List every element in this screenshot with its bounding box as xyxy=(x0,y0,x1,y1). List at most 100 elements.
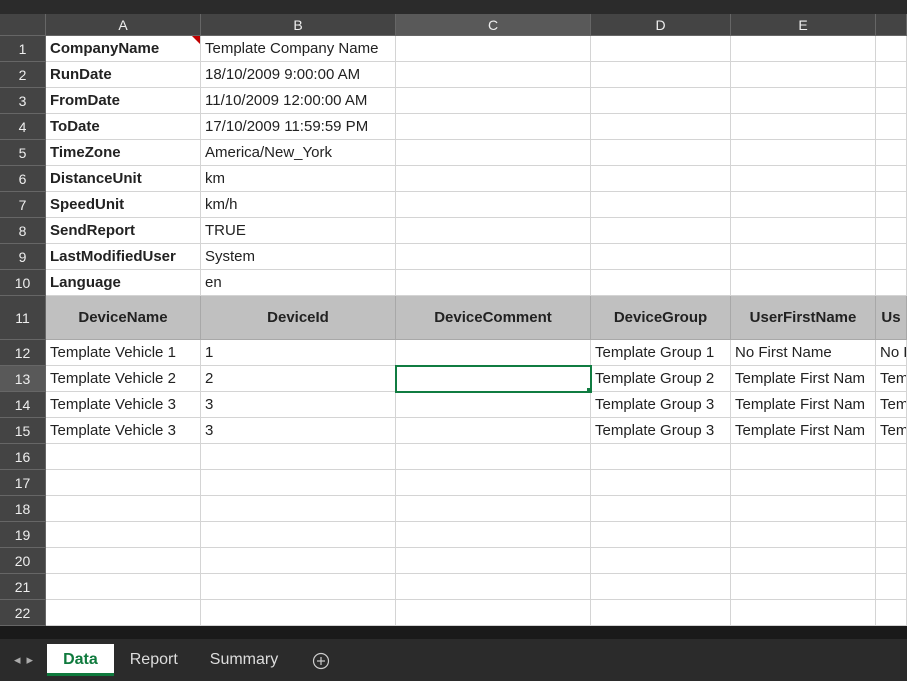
cell[interactable] xyxy=(876,114,907,140)
cell[interactable] xyxy=(396,340,591,366)
cell[interactable] xyxy=(46,496,201,522)
cell[interactable] xyxy=(396,600,591,626)
cell[interactable] xyxy=(591,36,731,62)
cell[interactable]: 1 xyxy=(201,340,396,366)
cell[interactable] xyxy=(201,522,396,548)
cell[interactable] xyxy=(731,496,876,522)
cell[interactable] xyxy=(876,218,907,244)
param-value[interactable]: km/h xyxy=(201,192,396,218)
param-key[interactable]: SpeedUnit xyxy=(46,192,201,218)
cell[interactable] xyxy=(591,522,731,548)
param-value[interactable]: TRUE xyxy=(201,218,396,244)
select-all-corner[interactable] xyxy=(0,14,46,35)
cell[interactable] xyxy=(731,470,876,496)
cell[interactable] xyxy=(876,36,907,62)
cell[interactable] xyxy=(876,244,907,270)
cell[interactable] xyxy=(46,470,201,496)
cell[interactable] xyxy=(201,574,396,600)
col-header-A[interactable]: A xyxy=(46,14,201,35)
cell[interactable] xyxy=(731,522,876,548)
cell[interactable]: Template Group 3 xyxy=(591,418,731,444)
cell[interactable] xyxy=(201,548,396,574)
cell[interactable] xyxy=(731,574,876,600)
sheet-tab-report[interactable]: Report xyxy=(114,644,194,676)
param-value[interactable]: System xyxy=(201,244,396,270)
cell[interactable] xyxy=(731,140,876,166)
col-header-F[interactable] xyxy=(876,14,907,35)
cell[interactable]: Template First Nam xyxy=(731,418,876,444)
cell[interactable] xyxy=(396,444,591,470)
cell[interactable] xyxy=(876,574,907,600)
cell[interactable]: Template Vehicle 2 xyxy=(46,366,201,392)
cell[interactable] xyxy=(591,600,731,626)
table-header-D[interactable]: DeviceGroup xyxy=(591,296,731,340)
cell[interactable] xyxy=(396,470,591,496)
cell[interactable] xyxy=(591,244,731,270)
cell[interactable] xyxy=(396,244,591,270)
cell[interactable] xyxy=(591,270,731,296)
spreadsheet-grid[interactable]: 1CompanyNameTemplate Company Name2RunDat… xyxy=(0,36,907,626)
cell[interactable] xyxy=(396,366,591,392)
cell[interactable] xyxy=(876,444,907,470)
cell[interactable] xyxy=(591,444,731,470)
cell[interactable] xyxy=(731,192,876,218)
row-header[interactable]: 16 xyxy=(0,444,46,470)
row-header[interactable]: 7 xyxy=(0,192,46,218)
row-header[interactable]: 10 xyxy=(0,270,46,296)
cell[interactable] xyxy=(876,548,907,574)
param-key[interactable]: DistanceUnit xyxy=(46,166,201,192)
row-header[interactable]: 15 xyxy=(0,418,46,444)
cell[interactable] xyxy=(731,218,876,244)
tab-scroll-prev-icon[interactable]: ◂ xyxy=(14,652,21,668)
cell[interactable] xyxy=(396,418,591,444)
cell[interactable]: Template Group 3 xyxy=(591,392,731,418)
param-key[interactable]: CompanyName xyxy=(46,36,201,62)
cell[interactable] xyxy=(876,522,907,548)
row-header[interactable]: 13 xyxy=(0,366,46,392)
cell[interactable]: 2 xyxy=(201,366,396,392)
row-header[interactable]: 14 xyxy=(0,392,46,418)
cell[interactable] xyxy=(731,62,876,88)
col-header-B[interactable]: B xyxy=(201,14,396,35)
cell[interactable] xyxy=(46,548,201,574)
param-value[interactable]: 11/10/2009 12:00:00 AM xyxy=(201,88,396,114)
cell[interactable] xyxy=(591,62,731,88)
cell[interactable] xyxy=(591,470,731,496)
cell[interactable] xyxy=(731,444,876,470)
table-header-C[interactable]: DeviceComment xyxy=(396,296,591,340)
col-header-E[interactable]: E xyxy=(731,14,876,35)
cell[interactable] xyxy=(731,548,876,574)
cell[interactable] xyxy=(591,548,731,574)
cell[interactable]: Template First Nam xyxy=(731,392,876,418)
table-header-F[interactable]: Us xyxy=(876,296,907,340)
sheet-tab-data[interactable]: Data xyxy=(47,644,114,676)
param-value[interactable]: America/New_York xyxy=(201,140,396,166)
cell[interactable] xyxy=(396,140,591,166)
row-header[interactable]: 6 xyxy=(0,166,46,192)
cell[interactable] xyxy=(396,496,591,522)
cell[interactable] xyxy=(876,192,907,218)
param-value[interactable]: km xyxy=(201,166,396,192)
cell[interactable] xyxy=(876,140,907,166)
cell[interactable] xyxy=(591,192,731,218)
cell[interactable] xyxy=(46,444,201,470)
cell[interactable]: 3 xyxy=(201,392,396,418)
cell[interactable] xyxy=(396,270,591,296)
cell[interactable] xyxy=(396,36,591,62)
add-sheet-button[interactable] xyxy=(306,644,336,676)
row-header[interactable]: 19 xyxy=(0,522,46,548)
cell[interactable] xyxy=(46,600,201,626)
cell[interactable] xyxy=(201,600,396,626)
cell[interactable]: Tem xyxy=(876,392,907,418)
cell[interactable] xyxy=(876,496,907,522)
cell[interactable] xyxy=(731,600,876,626)
table-header-A[interactable]: DeviceName xyxy=(46,296,201,340)
param-key[interactable]: Language xyxy=(46,270,201,296)
cell[interactable] xyxy=(876,62,907,88)
row-header[interactable]: 5 xyxy=(0,140,46,166)
cell[interactable] xyxy=(876,88,907,114)
cell[interactable] xyxy=(591,496,731,522)
row-header[interactable]: 18 xyxy=(0,496,46,522)
cell[interactable] xyxy=(396,62,591,88)
cell[interactable] xyxy=(396,548,591,574)
